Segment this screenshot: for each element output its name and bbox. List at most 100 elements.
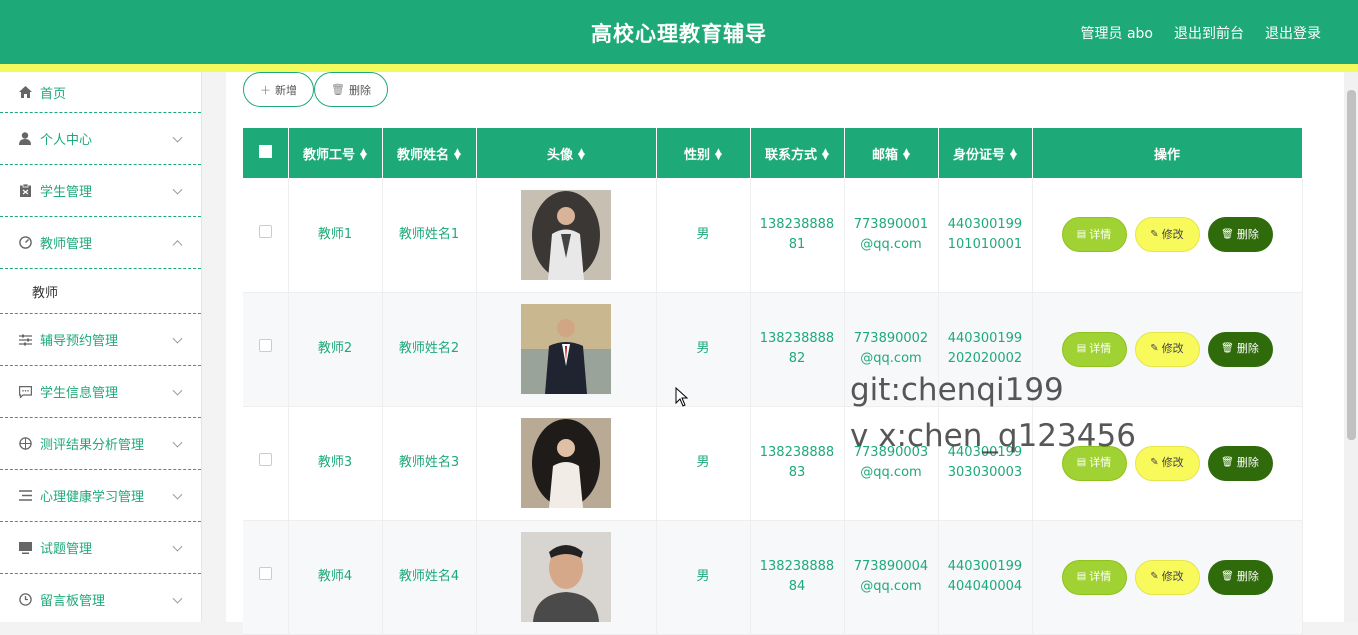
cell-name: 教师姓名4 [382,520,477,635]
sidebar-item-learning-mgmt[interactable]: 心理健康学习管理 [0,470,201,522]
detail-button[interactable]: ▤ 详情 [1061,217,1127,253]
exit-to-front-link[interactable]: 退出到前台 [1174,23,1244,43]
row-checkbox[interactable] [258,339,272,352]
cell-avatar [476,292,657,407]
sidebar-item-label: 心理健康学习管理 [40,490,145,505]
cell-idcard: 440300199404040004 [938,520,1033,635]
detail-button[interactable]: ▤ 详情 [1061,331,1127,367]
cell-email: 773890004@qq.com [844,520,939,635]
chevron-down-icon [172,132,183,143]
delete-button[interactable]: 🗑 删除 [1207,559,1273,595]
col-header-gender[interactable]: 性别 ▲ ▼ [656,128,751,178]
table-row: 教师3 教师姓名3 男 13823888883 773890003@qq.com… [243,406,1303,521]
cell-actions: ▤ 详情 ✎ 修改 🗑 删除 [1032,406,1303,521]
sidebar-item-label: 测评结果分析管理 [40,438,145,453]
logout-link[interactable]: 退出登录 [1265,23,1321,43]
col-header-email[interactable]: 邮箱 ▲ ▼ [844,128,939,178]
detail-button[interactable]: ▤ 详情 [1061,559,1127,595]
sort-icon[interactable]: ▲ ▼ [822,148,829,162]
cell-name: 教师姓名2 [382,292,477,407]
cell-gender: 男 [656,406,751,521]
submenu-item-teacher[interactable]: 教师 [0,269,201,314]
sidebar-item-question-mgmt[interactable]: 试题管理 [0,522,201,574]
row-select-cell[interactable] [243,520,289,635]
edit-button[interactable]: ✎ 修改 [1134,217,1200,253]
avatar[interactable] [521,532,611,622]
table-header-row: 教师工号 ▲ ▼ 教师姓名 ▲ ▼ 头像 ▲ ▼ 性别 ▲ ▼ 联系方式 ▲ ▼ 邮箱 ▲ ▼ 身份证号… [243,128,1303,178]
delete-button[interactable]: 🗑 删除 [1207,331,1273,367]
col-header-avatar[interactable]: 头像 ▲ ▼ [476,128,657,178]
pencil-icon: ✎ [1150,343,1159,354]
col-header-name[interactable]: 教师姓名 ▲ ▼ [382,128,477,178]
chevron-down-icon [172,184,183,195]
add-button[interactable]: ＋ 新增 [243,72,314,107]
row-select-cell[interactable] [243,406,289,521]
sidebar-item-student-info-mgmt[interactable]: 学生信息管理 [0,366,201,418]
vertical-scrollbar[interactable] [1344,72,1358,622]
sidebar-item-label: 留言板管理 [40,594,106,609]
admin-name[interactable]: 管理员 abo [1081,23,1153,43]
col-header-phone[interactable]: 联系方式 ▲ ▼ [750,128,845,178]
chevron-down-icon [172,593,183,604]
sidebar-item-message-board-mgmt[interactable]: 留言板管理 [0,574,201,622]
sidebar-item-label: 学生管理 [40,185,93,200]
cell-actions: ▤ 详情 ✎ 修改 🗑 删除 [1032,292,1303,407]
col-header-id[interactable]: 教师工号 ▲ ▼ [288,128,383,178]
dashboard-icon [18,236,32,250]
table-row: 教师2 教师姓名2 男 13823888882 773890002@qq.com… [243,292,1303,407]
detail-button[interactable]: ▤ 详情 [1061,445,1127,481]
cell-id: 教师2 [288,292,383,407]
row-checkbox[interactable] [258,224,272,238]
scrollbar-thumb[interactable] [1347,90,1356,440]
edit-label: 修改 [1161,456,1184,469]
sort-icon[interactable]: ▲ ▼ [1010,148,1017,162]
cell-phone: 13823888883 [750,406,845,521]
sidebar-item-personal-center[interactable]: 个人中心 [0,113,201,165]
cell-actions: ▤ 详情 ✎ 修改 🗑 删除 [1032,178,1303,293]
col-header-label: 性别 [684,147,711,163]
avatar[interactable] [521,189,611,280]
batch-delete-button[interactable]: 🗑 删除 [314,72,388,107]
row-checkbox[interactable] [258,567,272,580]
row-checkbox[interactable] [258,453,272,466]
sort-icon[interactable]: ▲ ▼ [360,148,367,162]
sidebar-item-evaluation-mgmt[interactable]: 测评结果分析管理 [0,418,201,470]
delete-button[interactable]: 🗑 删除 [1207,217,1273,253]
header-accent-bar [0,64,1358,72]
detail-label: 详情 [1089,456,1112,469]
sort-icon[interactable]: ▲ ▼ [903,148,910,162]
edit-button[interactable]: ✎ 修改 [1134,331,1200,367]
col-header-label: 身份证号 [953,147,1006,163]
row-select-cell[interactable] [243,178,289,293]
sidebar-item-teacher-mgmt[interactable]: 教师管理 [0,217,201,269]
cell-email: 773890003@qq.com [844,406,939,521]
sort-icon[interactable]: ▲ ▼ [578,148,585,162]
plus-icon: ＋ [260,83,271,97]
sort-icon[interactable]: ▲ ▼ [715,148,722,162]
chevron-down-icon [172,385,183,396]
detail-label: 详情 [1089,227,1112,241]
col-header-idcard[interactable]: 身份证号 ▲ ▼ [938,128,1033,178]
col-header-actions: 操作 [1032,128,1303,178]
row-select-cell[interactable] [243,292,289,407]
cell-name: 教师姓名3 [382,406,477,521]
sidebar-item-student-mgmt[interactable]: 学生管理 [0,165,201,217]
mouse-cursor-icon [675,387,689,407]
sidebar-item-home[interactable]: 首页 [0,72,201,113]
message-icon [18,385,32,399]
document-icon: ▤ [1076,457,1087,468]
avatar[interactable] [521,418,611,508]
select-all-checkbox[interactable] [258,144,272,158]
edit-button[interactable]: ✎ 修改 [1134,445,1200,481]
sort-icon[interactable]: ▲ ▼ [454,148,461,162]
col-header-label: 联系方式 [765,147,818,163]
select-all-cell[interactable] [243,128,289,178]
edit-button[interactable]: ✎ 修改 [1134,559,1200,595]
toolbar: ＋ 新增 🗑 删除 [243,72,388,107]
avatar[interactable] [521,304,611,394]
add-button-label: 新增 [275,83,297,97]
sidebar-item-label: 辅导预约管理 [40,334,119,349]
pencil-icon: ✎ [1150,457,1159,468]
sidebar-item-appointment-mgmt[interactable]: 辅导预约管理 [0,314,201,366]
delete-button[interactable]: 🗑 删除 [1207,445,1273,481]
